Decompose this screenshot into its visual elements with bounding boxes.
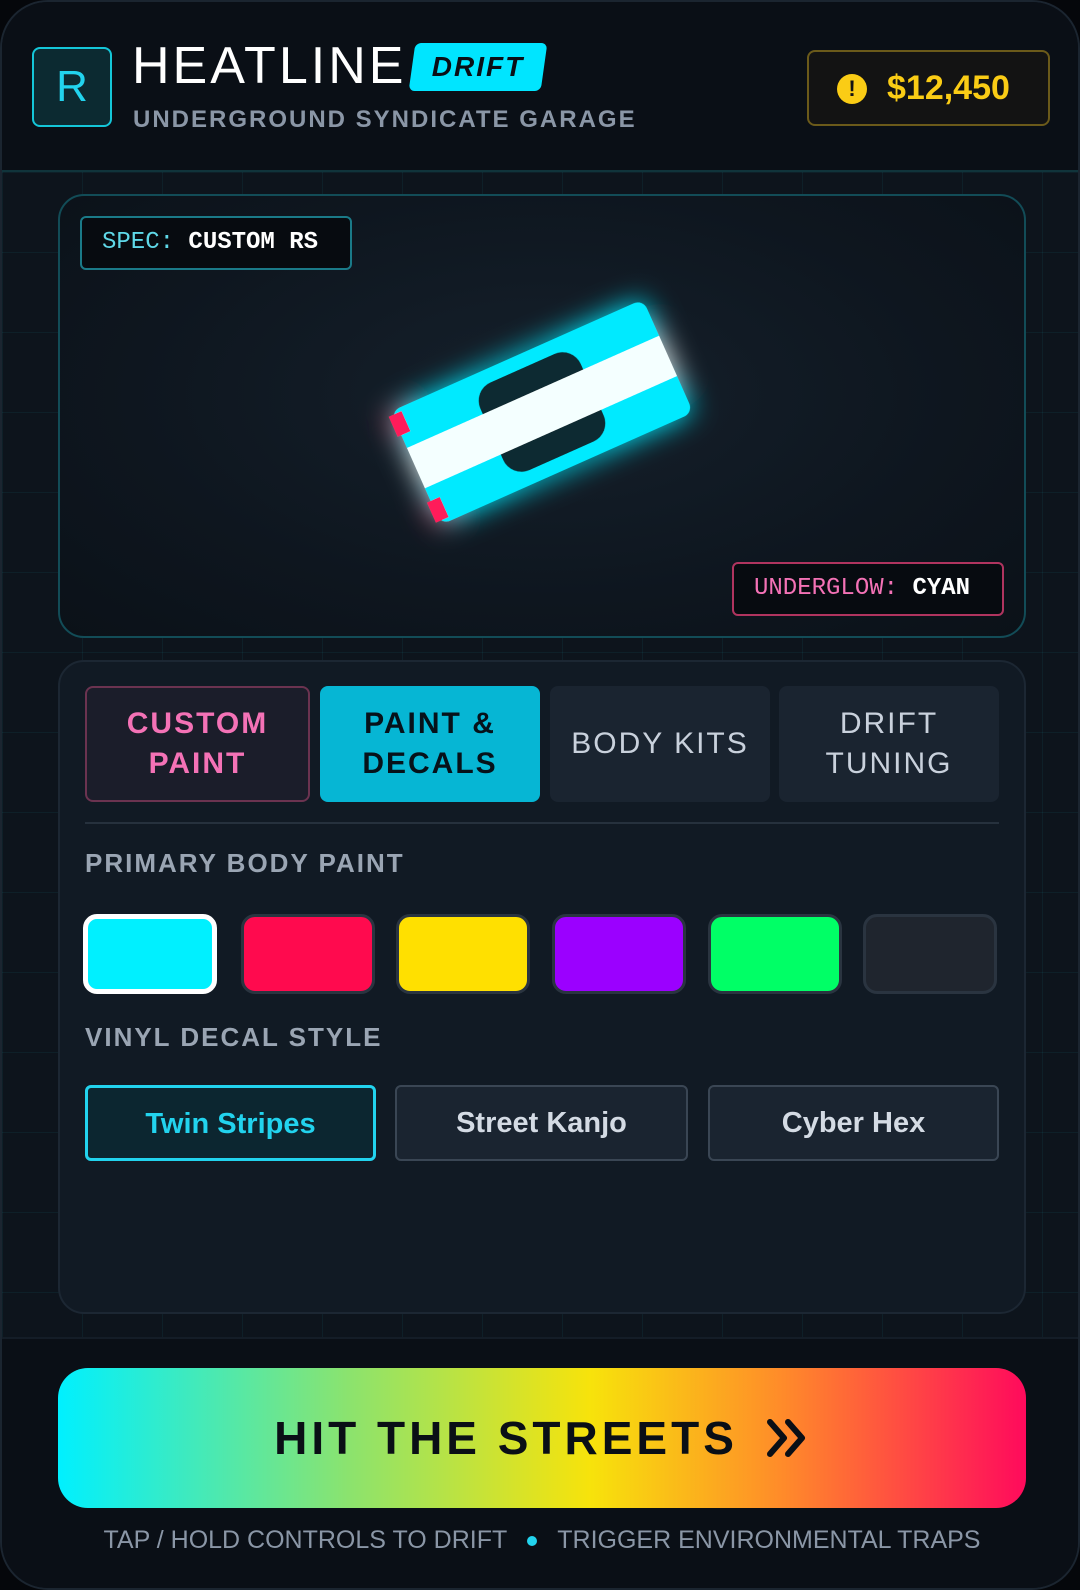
controls-hint: TAP / HOLD CONTROLS TO DRIFT TRIGGER ENVI… [2,1526,1078,1555]
double-chevron-right-icon [766,1419,805,1457]
underglow-badge: UNDERGLOW: CYAN [732,562,1004,616]
game-title: HEATLINE [132,37,407,95]
currency-value: $12,450 [887,69,1010,107]
decal-option-twin-stripes[interactable]: Twin Stripes [85,1085,376,1161]
tab-label-line2: DECALS [362,747,498,780]
spec-badge: SPEC: CUSTOM RS [80,216,352,270]
hint-left: TAP / HOLD CONTROLS TO DRIFT [103,1526,508,1554]
coin-alert-icon: ! [837,74,867,104]
paint-swatch[interactable] [241,914,375,994]
spec-key: SPEC: [102,229,175,256]
decal-section-label: VINYL DECAL STYLE [85,1022,383,1052]
mode-tag-label: DRIFT [431,51,525,82]
paint-swatch[interactable] [552,914,686,994]
hint-right: TRIGGER ENVIRONMENTAL TRAPS [557,1526,981,1554]
hit-the-streets-button[interactable]: HIT THE STREETS [58,1368,1026,1508]
paint-swatch[interactable] [396,914,530,994]
paint-swatch[interactable] [863,914,997,994]
decal-option-cyber-hex[interactable]: Cyber Hex [708,1085,999,1161]
paint-section-label: PRIMARY BODY PAINT [85,848,405,878]
tab-label-line2: PAINT [148,747,247,780]
car-preview-icon[interactable] [342,262,742,582]
underglow-key: UNDERGLOW: [754,575,899,602]
tab-paint-decals[interactable]: PAINT & DECALS [320,686,540,802]
tab-label-line1: PAINT & [364,707,496,740]
tab-body-kits[interactable]: BODY KITS [550,686,770,802]
tab-divider [85,822,999,824]
tab-drift-tuning[interactable]: DRIFT TUNING [779,686,999,802]
underglow-value: CYAN [912,575,971,602]
logo-badge: R [32,47,112,127]
tab-label-line1: DRIFT [839,707,939,740]
spec-value: CUSTOM RS [188,229,319,256]
tab-label-line1: CUSTOM [126,707,269,740]
paint-swatch[interactable] [83,914,217,994]
tab-label-line2: TUNING [825,747,953,780]
cta-label: HIT THE STREETS [274,1412,738,1464]
garage-subtitle: UNDERGROUND SYNDICATE GARAGE [133,106,637,133]
separator-dot-icon [527,1536,538,1547]
currency-display[interactable]: ! $12,450 [807,50,1050,126]
header: R HEATLINE DRIFT UNDERGROUND SYNDICATE G… [2,2,1078,172]
tab-label-line1: BODY KITS [571,727,749,760]
app-frame: R HEATLINE DRIFT UNDERGROUND SYNDICATE G… [0,0,1080,1590]
decal-option-street-kanjo[interactable]: Street Kanjo [395,1085,688,1161]
tab-custom-paint[interactable]: CUSTOM PAINT [85,686,310,802]
mode-tag: DRIFT [408,43,548,91]
paint-swatch[interactable] [708,914,842,994]
